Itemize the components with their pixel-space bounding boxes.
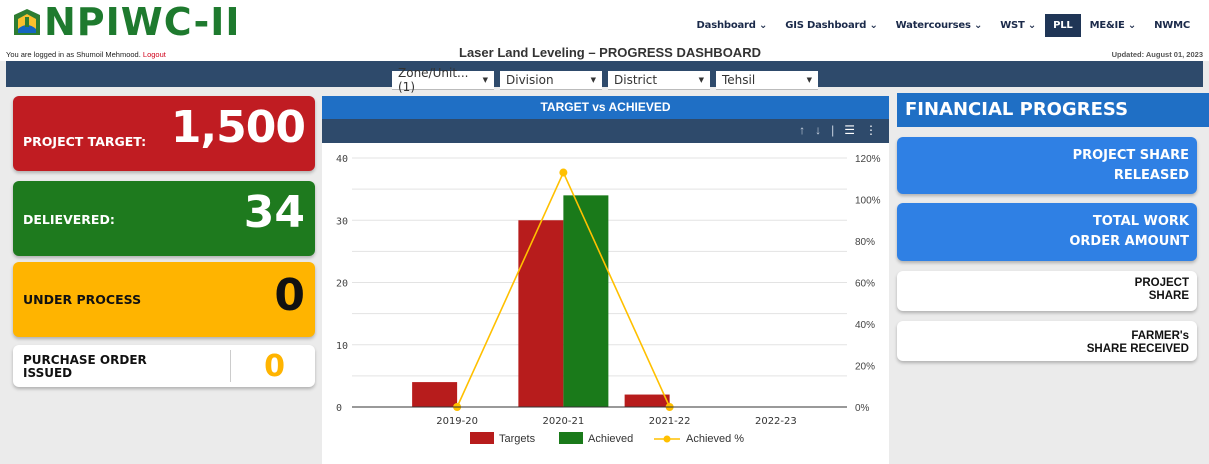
x-tick-label: 2021-22 <box>649 416 691 427</box>
tehsil-filter-value: Tehsil <box>722 73 756 87</box>
card-line2: RELEASED <box>1113 168 1189 183</box>
card-line1: FARMER's <box>1131 330 1189 342</box>
logout-link[interactable]: Logout <box>143 50 166 59</box>
y-right-tick-label: 60% <box>855 279 875 290</box>
tehsil-filter[interactable]: Tehsil ▼ <box>716 71 818 90</box>
legend-label: Achieved <box>588 433 633 445</box>
bars <box>412 195 670 407</box>
logo[interactable]: NPIWC-II <box>12 0 241 44</box>
toolbar-divider: | <box>831 123 835 137</box>
project-target-card: PROJECT TARGET: 1,500 <box>13 96 315 171</box>
y-left-tick-label: 40 <box>336 154 348 165</box>
login-text: You are logged in as Shumoil Mehmood. <box>6 50 141 59</box>
y-right-tick-label: 40% <box>855 320 875 331</box>
purchase-order-value: 0 <box>264 349 285 384</box>
top-nav: Dashboard ⌄ GIS Dashboard ⌄ Watercourses… <box>688 14 1199 37</box>
chevron-down-icon: ▼ <box>806 76 812 84</box>
farmer-share-card: FARMER's SHARE RECEIVED <box>897 321 1197 361</box>
chart-legend: Targets Achieved Achieved % <box>470 432 744 445</box>
chart-toolbar-icons: ↑ ↓ | ☰ ⋮ <box>799 123 877 137</box>
card-line2: ORDER AMOUNT <box>1069 234 1189 249</box>
y-left-tick-label: 0 <box>336 403 342 414</box>
legend-swatch <box>470 432 494 444</box>
delivered-value: 34 <box>243 187 305 238</box>
updated-timestamp: Updated: August 01, 2023 <box>1111 50 1203 59</box>
bar-targets <box>412 382 458 407</box>
bar-achieved <box>563 195 609 407</box>
y-left-tick-label: 10 <box>336 341 348 352</box>
card-line1: TOTAL WORK <box>1092 214 1189 229</box>
legend-label: Targets <box>499 433 536 445</box>
logo-emblem-icon <box>14 9 40 35</box>
under-process-value: 0 <box>274 270 305 321</box>
nav-pll[interactable]: PLL <box>1045 14 1081 37</box>
project-target-value: 1,500 <box>170 102 306 153</box>
filter-group: Zone/Unit...(1) ▼ Division ▼ District ▼ Teh… <box>392 66 818 94</box>
nav-watercourses[interactable]: Watercourses ⌄ <box>887 14 992 37</box>
bar-targets <box>518 220 564 407</box>
financial-progress-title: FINANCIAL PROGRESS <box>897 93 1209 127</box>
y-right-tick-label: 120% <box>855 154 881 165</box>
delivered-card: DELIEVERED: 34 <box>13 181 315 256</box>
purchase-order-label: PURCHASE ORDER ISSUED <box>23 353 147 380</box>
x-tick-label: 2020-21 <box>542 416 584 427</box>
header: NPIWC-II You are logged in as Shumoil Me… <box>0 0 1209 61</box>
delivered-label: DELIEVERED: <box>23 212 115 227</box>
card-line2: SHARE <box>1148 290 1189 302</box>
nav-nwmc[interactable]: NWMC <box>1145 14 1199 37</box>
page-title: Laser Land Leveling – PROGRESS DASHBOARD <box>459 45 761 60</box>
x-tick-label: 2019-20 <box>436 416 478 427</box>
card-line1: PROJECT <box>1134 277 1189 289</box>
under-process-label: UNDER PROCESS <box>23 292 142 307</box>
y-right-tick-label: 20% <box>855 362 875 373</box>
card-line1: PROJECT SHARE <box>1072 148 1189 163</box>
more-options-icon[interactable]: ⋮ <box>865 123 877 137</box>
y-right-tick-label: 80% <box>855 237 875 248</box>
legend-line-marker <box>663 435 671 443</box>
total-work-order-card: TOTAL WORK ORDER AMOUNT <box>897 203 1197 261</box>
y-right-tick-label: 0% <box>855 403 870 414</box>
purchase-order-card: PURCHASE ORDER ISSUED 0 <box>13 345 315 387</box>
login-info: You are logged in as Shumoil Mehmood. Lo… <box>6 50 166 59</box>
achieved-percent-point <box>559 168 568 177</box>
project-share-card: PROJECT SHARE <box>897 271 1197 311</box>
chart-toolbar: ↑ ↓ | ☰ ⋮ <box>322 119 889 143</box>
sort-descending-icon[interactable]: ↓ <box>815 123 821 137</box>
nav-meie[interactable]: ME&IE ⌄ <box>1081 14 1146 37</box>
logo-text: NPIWC-II <box>44 0 241 44</box>
sort-ascending-icon[interactable]: ↑ <box>799 123 805 137</box>
y-left-tick-label: 20 <box>336 279 348 290</box>
division-filter[interactable]: Division ▼ <box>500 71 602 90</box>
x-tick-label: 2022-23 <box>755 416 797 427</box>
under-process-card: UNDER PROCESS 0 <box>13 262 315 337</box>
chevron-down-icon: ▼ <box>482 76 488 84</box>
zone-filter[interactable]: Zone/Unit...(1) ▼ <box>392 66 494 94</box>
combo-chart: 0 10 20 30 40 0% 20% 40% 60% 80% 100% 120% 2019-20 20… <box>336 154 881 445</box>
chevron-down-icon: ▼ <box>698 76 704 84</box>
nav-wst[interactable]: WST ⌄ <box>991 14 1045 37</box>
zone-filter-value: Zone/Unit...(1) <box>398 66 469 94</box>
nav-gis-dashboard[interactable]: GIS Dashboard ⌄ <box>776 14 886 37</box>
legend-label: Achieved % <box>686 433 744 445</box>
filter-icon[interactable]: ☰ <box>844 123 855 137</box>
chevron-down-icon: ▼ <box>590 76 596 84</box>
project-target-label: PROJECT TARGET: <box>23 134 147 149</box>
chart-panel: TARGET vs ACHIEVED ↑ ↓ | ☰ ⋮ 0 10 20 30 40 0%… <box>322 96 889 464</box>
legend-swatch <box>559 432 583 444</box>
chart-title: TARGET vs ACHIEVED <box>322 96 889 119</box>
nav-dashboard[interactable]: Dashboard ⌄ <box>688 14 777 37</box>
y-left-tick-label: 30 <box>336 216 348 227</box>
district-filter-value: District <box>614 73 658 87</box>
district-filter[interactable]: District ▼ <box>608 71 710 90</box>
division-filter-value: Division <box>506 73 554 87</box>
card-divider <box>230 350 231 382</box>
y-right-tick-label: 100% <box>855 196 881 207</box>
dashboard-root: { "header": { "logo_text": "NPIWC-II", "… <box>0 0 1209 464</box>
bar-targets <box>624 394 670 407</box>
project-share-released-card: PROJECT SHARE RELEASED <box>897 137 1197 194</box>
card-line2: SHARE RECEIVED <box>1086 343 1189 355</box>
